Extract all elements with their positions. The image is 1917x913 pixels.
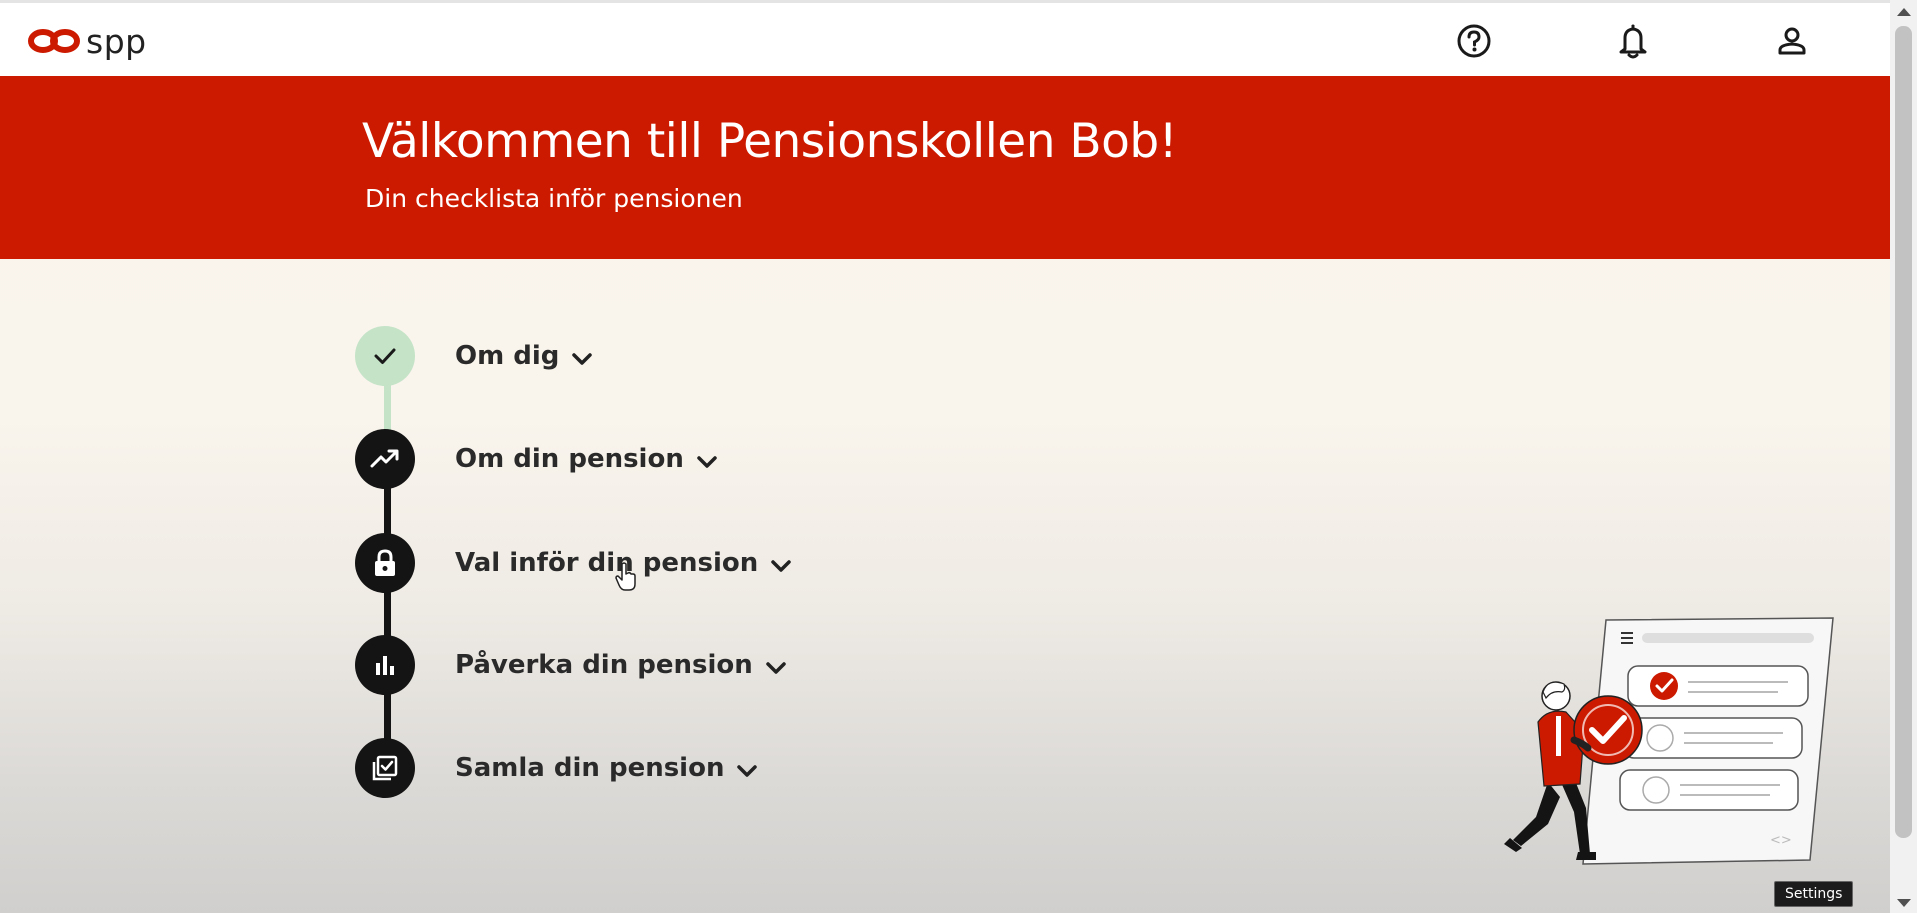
help-button[interactable] <box>1454 21 1494 61</box>
scrollbar-thumb[interactable] <box>1895 26 1912 838</box>
step-status-pending <box>355 429 415 489</box>
timeline-connector <box>384 485 391 537</box>
scroll-up-arrow-icon[interactable] <box>1897 8 1911 16</box>
user-icon <box>1778 27 1806 55</box>
timeline-connector-completed <box>384 385 391 433</box>
step-status-pending <box>355 738 415 798</box>
checkmark-icon <box>374 348 396 364</box>
step-status-pending <box>355 635 415 695</box>
step-label: Påverka din pension <box>455 650 753 680</box>
trending-up-icon <box>370 449 399 468</box>
step-status-pending <box>355 533 415 593</box>
chevron-down-icon[interactable] <box>770 559 792 573</box>
spp-logo-icon <box>28 29 80 53</box>
step-status-completed <box>355 326 415 386</box>
chevron-down-icon[interactable] <box>736 764 758 778</box>
bar-chart-icon <box>376 656 394 675</box>
checklist-step-om-dig[interactable]: Om dig <box>355 325 593 387</box>
step-label: Om dig <box>455 341 560 371</box>
hand-cursor-icon <box>615 562 636 591</box>
chevron-down-icon[interactable] <box>571 352 593 366</box>
checklist-step-samla-din-pension[interactable]: Samla din pension <box>355 737 758 799</box>
page-subtitle: Din checklista inför pensionen <box>365 184 743 213</box>
checklist-person-illustration: <> <box>1504 617 1834 865</box>
chevron-down-icon[interactable] <box>765 661 787 675</box>
vertical-scrollbar[interactable] <box>1890 0 1917 913</box>
spp-logo[interactable]: spp <box>28 21 147 61</box>
notifications-button[interactable] <box>1613 21 1653 61</box>
settings-tooltip: Settings <box>1774 881 1854 907</box>
step-label: Val inför din pension <box>455 548 759 578</box>
step-label: Samla din pension <box>455 753 725 783</box>
scroll-down-arrow-icon[interactable] <box>1897 899 1911 907</box>
chevron-down-icon[interactable] <box>696 455 718 469</box>
bell-icon <box>1619 24 1647 59</box>
top-navigation-bar: spp <box>0 0 1890 76</box>
page-title: Välkommen till Pensionskollen Bob! <box>362 114 1178 169</box>
page: spp Välkommen till Pensionskollen Bob! D… <box>0 0 1890 913</box>
checklist-step-om-din-pension[interactable]: Om din pension <box>355 428 718 490</box>
welcome-banner: Välkommen till Pensionskollen Bob! Din c… <box>0 76 1890 259</box>
lock-icon <box>375 549 395 576</box>
logo-wordmark: spp <box>86 21 147 61</box>
help-icon <box>1457 24 1491 58</box>
timeline-connector <box>384 690 391 742</box>
profile-button[interactable] <box>1772 21 1812 61</box>
step-label: Om din pension <box>455 444 684 474</box>
timeline-connector <box>384 588 391 640</box>
checklist-step-paverka-din-pension[interactable]: Påverka din pension <box>355 634 787 696</box>
svg-text:<>: <> <box>1770 833 1792 848</box>
checklist-step-val-infor-din-pension[interactable]: Val inför din pension <box>355 532 792 594</box>
collection-check-icon <box>372 755 398 781</box>
